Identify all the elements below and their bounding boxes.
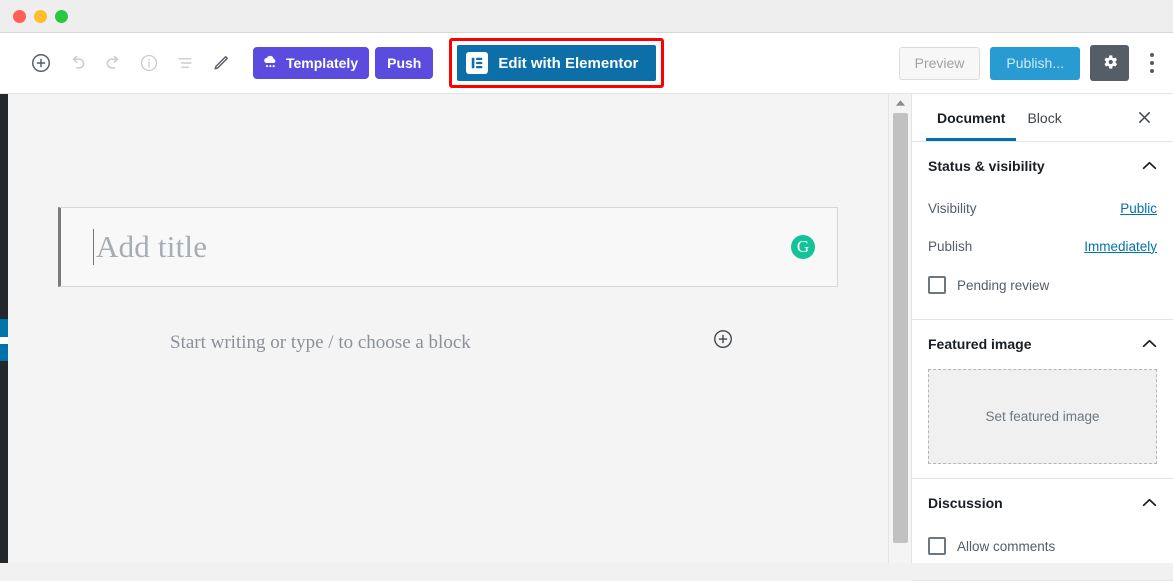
templately-button-label: Templately xyxy=(286,55,359,71)
settings-sidebar: Document Block Status & visibility Visib… xyxy=(911,94,1173,581)
panel-status-visibility: Status & visibility Visibility Public Pu… xyxy=(912,142,1173,320)
post-title-placeholder: Add title xyxy=(96,229,208,264)
pending-review-label: Pending review xyxy=(957,277,1050,293)
row-publish: Publish Immediately xyxy=(928,227,1157,265)
redo-icon[interactable] xyxy=(95,45,131,81)
toolbar-left-group: Templately Push Edit with Elementor xyxy=(0,38,665,88)
close-icon[interactable] xyxy=(1129,103,1159,133)
window-zoom-button[interactable] xyxy=(55,9,68,23)
templately-cloud-icon xyxy=(262,54,279,72)
elementor-icon xyxy=(466,52,489,74)
elementor-button-label: Edit with Elementor xyxy=(498,54,639,72)
preview-button[interactable]: Preview xyxy=(898,46,981,80)
window-close-button[interactable] xyxy=(13,9,26,23)
panel-status-visibility-body: Visibility Public Publish Immediately Pe… xyxy=(912,189,1173,319)
row-visibility-value[interactable]: Public xyxy=(1120,201,1157,216)
panel-featured-image: Featured image Set featured image xyxy=(912,320,1173,479)
text-caret xyxy=(93,229,94,265)
push-button[interactable]: Push xyxy=(375,47,434,79)
row-publish-value[interactable]: Immediately xyxy=(1084,239,1157,254)
chevron-up-icon xyxy=(1142,498,1157,507)
pending-review-checkbox[interactable] xyxy=(928,276,946,294)
chevron-up-icon xyxy=(1142,161,1157,170)
edit-with-elementor-button[interactable]: Edit with Elementor xyxy=(457,45,657,81)
allow-comments-checkbox[interactable] xyxy=(928,537,946,555)
panel-discussion: Discussion Allow comments xyxy=(912,479,1173,581)
editor-toolbar: Templately Push Edit with Elementor Prev… xyxy=(0,33,1173,94)
row-visibility-label: Visibility xyxy=(928,200,977,216)
grammarly-icon[interactable]: G xyxy=(791,235,815,259)
block-inserter-button[interactable] xyxy=(708,324,738,354)
undo-icon[interactable] xyxy=(59,45,95,81)
row-pending-review[interactable]: Pending review xyxy=(928,265,1157,305)
panel-status-visibility-header[interactable]: Status & visibility xyxy=(912,142,1173,189)
gear-icon xyxy=(1101,53,1119,74)
set-featured-image-button[interactable]: Set featured image xyxy=(928,369,1157,464)
scrollbar-thumb[interactable] xyxy=(893,113,908,543)
panel-title: Status & visibility xyxy=(928,157,1045,174)
panel-discussion-header[interactable]: Discussion xyxy=(912,479,1173,526)
panel-featured-image-body: Set featured image xyxy=(912,369,1173,478)
canvas-scrollbar[interactable] xyxy=(888,94,911,563)
block-placeholder-text: Start writing or type / to choose a bloc… xyxy=(170,332,471,353)
more-options-button[interactable] xyxy=(1139,45,1165,81)
tab-document[interactable]: Document xyxy=(926,94,1016,141)
default-block-appender[interactable]: Start writing or type / to choose a bloc… xyxy=(170,326,750,360)
scroll-up-arrow-icon[interactable] xyxy=(889,94,912,111)
row-publish-label: Publish xyxy=(928,238,973,254)
panel-discussion-body: Allow comments xyxy=(912,526,1173,580)
kebab-dot-icon xyxy=(1150,53,1154,57)
editor-canvas: Add title G Start writing or type / to c… xyxy=(8,94,896,563)
elementor-highlight-ring: Edit with Elementor xyxy=(449,38,665,88)
settings-gear-button[interactable] xyxy=(1090,45,1129,81)
pencil-icon[interactable] xyxy=(203,45,239,81)
panel-featured-image-header[interactable]: Featured image xyxy=(912,320,1173,367)
window-minimize-button[interactable] xyxy=(34,9,47,23)
allow-comments-label: Allow comments xyxy=(957,538,1056,554)
wp-admin-active-menu-indicator[interactable] xyxy=(0,319,8,361)
tab-block[interactable]: Block xyxy=(1016,94,1072,141)
panel-title: Featured image xyxy=(928,335,1032,352)
panel-title: Discussion xyxy=(928,494,1003,511)
kebab-dot-icon xyxy=(1150,69,1154,73)
post-title-field[interactable]: Add title G xyxy=(58,207,838,287)
info-icon[interactable] xyxy=(131,45,167,81)
list-view-icon[interactable] xyxy=(167,45,203,81)
templately-button[interactable]: Templately xyxy=(253,47,370,79)
sidebar-tab-list: Document Block xyxy=(912,94,1173,142)
row-visibility: Visibility Public xyxy=(928,189,1157,227)
chevron-up-icon xyxy=(1142,339,1157,348)
add-block-icon[interactable] xyxy=(23,45,59,81)
publish-button[interactable]: Publish... xyxy=(990,46,1080,80)
row-allow-comments[interactable]: Allow comments xyxy=(928,526,1157,566)
toolbar-right-group: Preview Publish... xyxy=(898,45,1173,81)
kebab-dot-icon xyxy=(1150,61,1154,65)
window-title-bar xyxy=(0,0,1173,33)
wp-admin-sidebar-rail xyxy=(0,94,8,563)
